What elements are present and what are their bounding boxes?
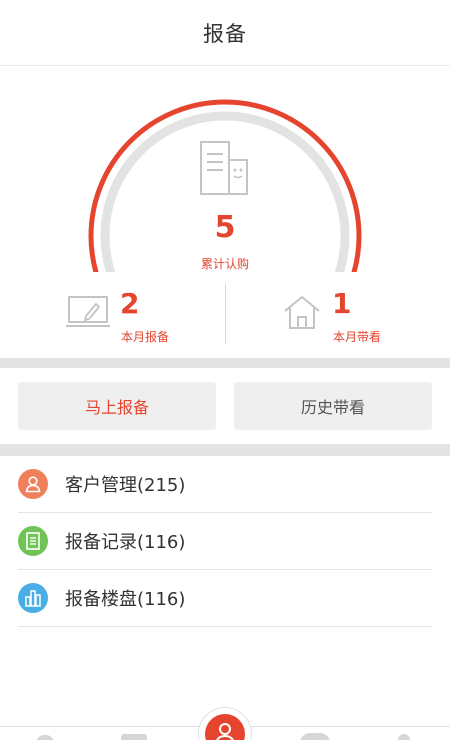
monthly-visit-stat[interactable]: 1 本月带看 bbox=[226, 272, 450, 358]
list-item-report-properties[interactable]: 报备楼盘(116) bbox=[18, 570, 432, 627]
monthly-visit-label: 本月带看 bbox=[333, 330, 382, 344]
center-report-tab-button[interactable] bbox=[205, 714, 245, 740]
building-tab-icon[interactable] bbox=[121, 734, 147, 740]
menu-list: 客户管理(215) 报备记录(116) 报备楼盘(116) bbox=[0, 456, 450, 627]
home-tab-icon[interactable] bbox=[36, 735, 54, 740]
section-divider bbox=[0, 358, 450, 368]
laptop-edit-icon bbox=[66, 296, 110, 327]
cumulative-gauge: 5 累计认购 bbox=[0, 66, 450, 272]
cumulative-label: 累计认购 bbox=[200, 257, 249, 271]
profile-tab-icon[interactable] bbox=[398, 734, 410, 740]
house-icon bbox=[284, 295, 320, 329]
cumulative-count: 5 bbox=[214, 210, 236, 245]
monthly-report-stat[interactable]: 2 本月报备 bbox=[0, 272, 225, 358]
action-buttons: 马上报备 历史带看 bbox=[0, 368, 450, 444]
person-icon bbox=[18, 469, 48, 499]
monthly-stats: 2 本月报备 1 本月带看 bbox=[0, 272, 450, 358]
document-icon bbox=[18, 526, 48, 556]
monthly-visit-count: 1 bbox=[332, 287, 352, 320]
message-tab-icon[interactable] bbox=[300, 733, 330, 740]
section-divider bbox=[0, 444, 450, 456]
monthly-report-label: 本月报备 bbox=[121, 330, 170, 344]
building-chart-icon bbox=[18, 583, 48, 613]
person-icon bbox=[216, 723, 234, 740]
monthly-report-count: 2 bbox=[120, 287, 140, 320]
list-item-report-records[interactable]: 报备记录(116) bbox=[18, 513, 432, 570]
list-item-label: 客户管理(215) bbox=[65, 475, 186, 496]
list-item-label: 报备楼盘(116) bbox=[65, 589, 186, 610]
list-item-label: 报备记录(116) bbox=[65, 532, 186, 553]
history-visits-button[interactable]: 历史带看 bbox=[234, 382, 432, 430]
title-bar: 报备 bbox=[0, 0, 450, 66]
page-title: 报备 bbox=[203, 21, 247, 46]
report-page: 报备 5 累计认购 2 本月报备 1 本月带看 马上报备 历史带看 客户管理(2… bbox=[0, 0, 450, 740]
list-item-customer-management[interactable]: 客户管理(215) bbox=[18, 456, 432, 513]
report-now-button[interactable]: 马上报备 bbox=[18, 382, 216, 430]
document-stack-icon bbox=[200, 141, 248, 195]
